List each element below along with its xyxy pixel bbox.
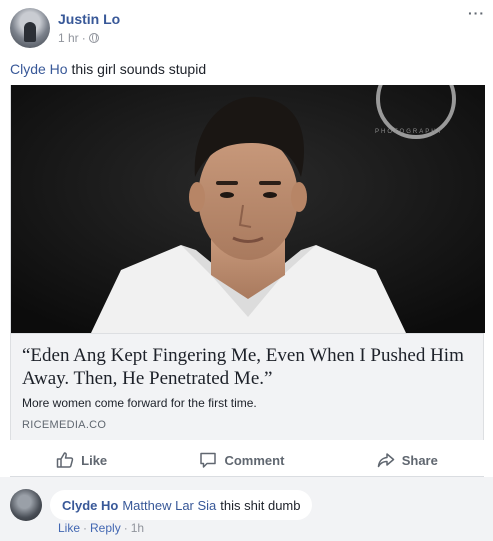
globe-icon <box>88 33 99 43</box>
comment-text: this shit dumb <box>220 497 301 513</box>
comment-mention[interactable]: Matthew Lar Sia <box>122 498 216 513</box>
status-message: this girl sounds stupid <box>71 61 207 77</box>
comment-label: Comment <box>224 452 285 468</box>
comment-button[interactable]: Comment <box>199 451 284 469</box>
author-name[interactable]: Justin Lo <box>58 11 120 27</box>
link-preview-body[interactable]: “Eden Ang Kept Fingering Me, Even When I… <box>11 333 483 440</box>
share-arrow-icon <box>377 453 394 468</box>
comment-sep-1: · <box>83 521 88 535</box>
link-preview-image[interactable]: PHOTOGRAPHY <box>11 85 485 333</box>
meta-separator: · <box>81 31 86 45</box>
link-preview-card[interactable]: PHOTOGRAPHY “Eden Ang Kept Fingering Me,… <box>10 85 485 440</box>
thumbs-up-icon <box>56 452 74 468</box>
post-status-text: Clyde Ho this girl sounds stupid <box>10 60 206 78</box>
link-source-domain: RICEMEDIA.CO <box>22 419 107 431</box>
comment-like-link[interactable]: Like <box>58 521 80 535</box>
post-time[interactable]: 1 hr <box>58 31 79 45</box>
link-description: More women come forward for the first ti… <box>22 396 257 410</box>
share-label: Share <box>401 452 438 468</box>
comment-reply-link[interactable]: Reply <box>90 521 121 535</box>
post-meta: 1 hr · <box>58 31 99 45</box>
comment-bubble: Clyde Ho Matthew Lar Sia this shit dumb <box>50 490 313 520</box>
author-avatar[interactable] <box>10 8 50 48</box>
speech-bubble-icon <box>200 452 217 468</box>
tagged-user[interactable]: Clyde Ho <box>10 61 68 77</box>
commenter-avatar[interactable] <box>10 489 42 521</box>
post-actions-bar: Like Comment Share <box>10 447 484 473</box>
comments-section: Clyde Ho Matthew Lar Sia this shit dumb … <box>0 477 493 541</box>
facebook-post: Justin Lo 1 hr · ··· Clyde Ho this girl … <box>0 0 493 541</box>
watermark-text: PHOTOGRAPHY <box>375 129 444 135</box>
comment-time[interactable]: 1h <box>131 521 144 535</box>
link-title[interactable]: “Eden Ang Kept Fingering Me, Even When I… <box>22 344 467 390</box>
like-label: Like <box>81 452 108 468</box>
like-button[interactable]: Like <box>56 451 107 469</box>
comment-sep-2: · <box>123 521 128 535</box>
commenter-name[interactable]: Clyde Ho <box>62 498 118 513</box>
more-options-icon[interactable]: ··· <box>468 6 485 20</box>
comment-actions: Like · Reply · 1h <box>58 521 144 535</box>
share-button[interactable]: Share <box>377 451 438 469</box>
